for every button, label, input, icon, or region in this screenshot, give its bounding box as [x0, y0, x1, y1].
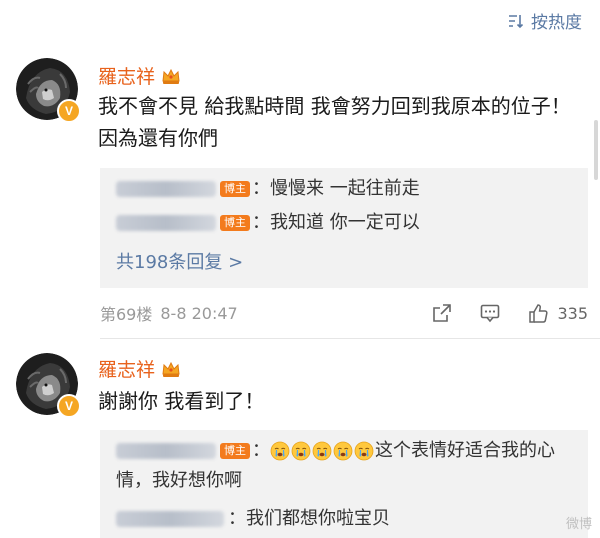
blurred-username	[116, 511, 224, 527]
sort-label: 按热度	[531, 13, 582, 33]
username[interactable]: 羅志祥	[98, 355, 155, 382]
verified-badge: V	[57, 394, 81, 418]
reply-item[interactable]: 博主：这个表情好适合我的心情，我好想你啊	[116, 436, 578, 496]
avatar[interactable]: V	[16, 58, 81, 123]
view-all-replies-link[interactable]: 共198条回复 >	[116, 248, 243, 274]
crying-face-icon	[270, 441, 290, 461]
crying-face-icon	[312, 441, 332, 461]
watermark: 微博	[565, 517, 592, 532]
blurred-username	[116, 215, 216, 231]
crown-icon	[162, 361, 180, 377]
timestamp: 8-8 20:47	[160, 303, 238, 323]
verified-badge: V	[57, 99, 81, 123]
comment-icon[interactable]	[479, 302, 501, 324]
reply-colon: ：	[252, 440, 270, 461]
like-count: 335	[557, 303, 588, 323]
like-button[interactable]: 335	[527, 302, 588, 324]
reply-list: 博主：这个表情好适合我的心情，我好想你啊 ：我们都想你啦宝贝	[100, 430, 588, 538]
sort-by-hotness-button[interactable]: 按热度	[507, 8, 582, 33]
reply-text: ：我们都想你啦宝贝	[228, 508, 390, 529]
crying-face-icon	[291, 441, 311, 461]
reply-list: 博主 ：慢慢来 一起往前走 博主 ：我知道 你一定可以 共198条回复 >	[100, 168, 588, 288]
comment-text: 我不會不見 給我點時間 我會努力回到我原本的位子！因為還有你們	[98, 94, 571, 150]
blogger-tag: 博主	[220, 181, 250, 197]
crying-face-icon	[333, 441, 353, 461]
blogger-tag: 博主	[220, 443, 250, 459]
blurred-username	[116, 443, 216, 459]
avatar[interactable]: V	[16, 353, 81, 418]
sort-icon	[509, 14, 524, 28]
crown-icon	[162, 68, 180, 84]
thumbs-up-icon	[529, 304, 549, 323]
emoji-group	[270, 440, 375, 461]
share-icon[interactable]	[431, 302, 453, 324]
floor-number: 第69楼	[100, 305, 153, 324]
comment-divider	[100, 338, 600, 339]
reply-item[interactable]: 博主 ：我知道 你一定可以	[116, 208, 578, 238]
scrollbar[interactable]	[594, 120, 598, 180]
blurred-username	[116, 181, 216, 197]
username[interactable]: 羅志祥	[98, 62, 155, 89]
reply-text: ：慢慢来 一起往前走	[252, 178, 420, 199]
crying-face-icon	[354, 441, 374, 461]
reply-text: ：我知道 你一定可以	[252, 212, 420, 233]
reply-item[interactable]: 博主 ：慢慢来 一起往前走	[116, 174, 578, 204]
reply-item[interactable]: ：我们都想你啦宝贝	[116, 504, 578, 534]
comment-text: 謝謝你 我看到了！	[98, 389, 265, 413]
blogger-tag: 博主	[220, 215, 250, 231]
